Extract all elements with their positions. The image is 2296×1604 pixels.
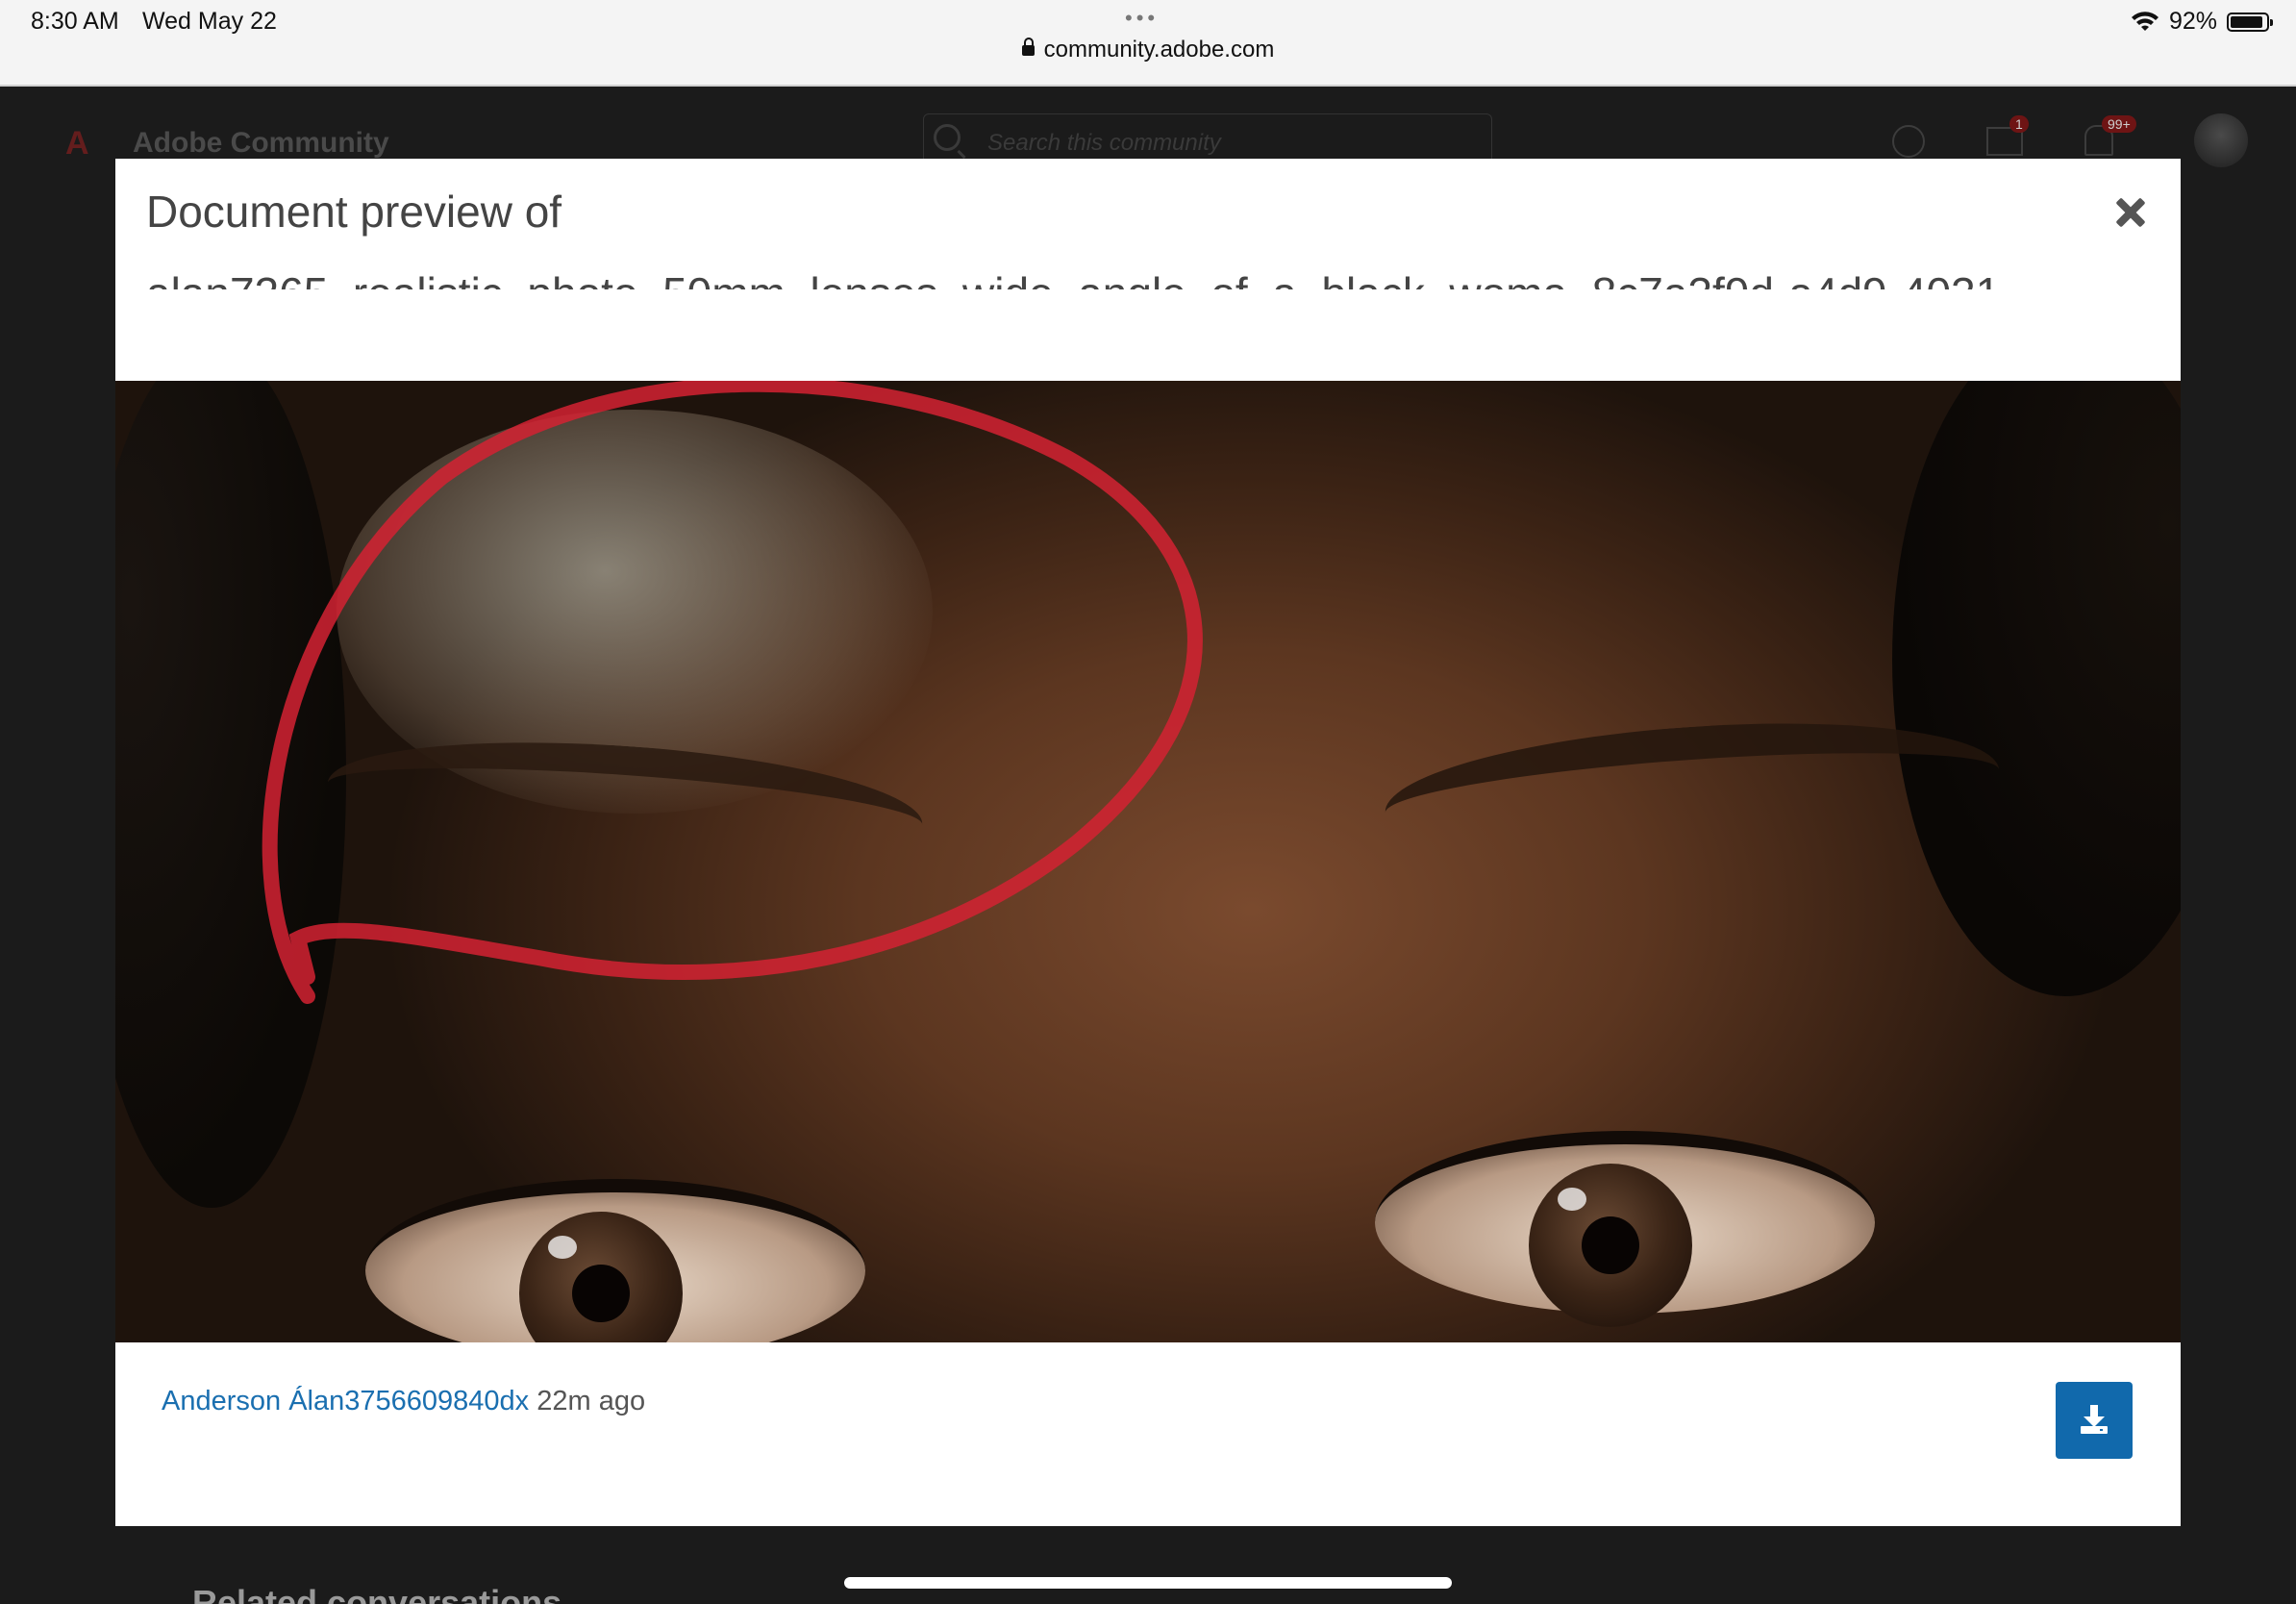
adobe-logo-icon: A — [65, 125, 89, 162]
multitasking-dots[interactable]: ••• — [1125, 6, 1159, 31]
download-icon — [2081, 1405, 2108, 1434]
address-bar[interactable]: community.adobe.com — [0, 37, 2296, 63]
community-header: A Adobe Community Search this community … — [0, 87, 2296, 169]
avatar — [2194, 113, 2248, 167]
download-button[interactable] — [2056, 1382, 2133, 1459]
preview-image — [115, 381, 2181, 1342]
document-preview-modal: Document preview of alan7265_realistic_p… — [115, 159, 2181, 1526]
globe-icon — [1892, 125, 1925, 158]
timestamp: 22m ago — [537, 1386, 646, 1416]
status-time: 8:30 AM — [31, 8, 119, 35]
related-conversations-heading: Related conversations — [192, 1583, 562, 1604]
status-right: 92% — [2131, 8, 2273, 36]
close-icon[interactable] — [2111, 193, 2150, 232]
author-line: Anderson Álan3756609840dx 22m ago — [162, 1386, 645, 1417]
modal-filename: alan7265_realistic_photo_50mm_lenses_wid… — [146, 255, 2127, 289]
home-indicator[interactable] — [844, 1577, 1452, 1589]
search-icon — [934, 124, 961, 151]
notifications-badge: 99+ — [2102, 115, 2136, 133]
mail-badge: 1 — [2009, 115, 2029, 133]
screen: 8:30 AM Wed May 22 ••• community.adobe.c… — [0, 0, 2296, 1604]
community-brand: Adobe Community — [133, 127, 389, 159]
battery-icon — [2227, 12, 2273, 32]
lock-icon — [1021, 38, 1035, 56]
author-link[interactable]: Anderson Álan3756609840dx — [162, 1386, 529, 1416]
battery-percent: 92% — [2168, 8, 2217, 35]
status-bar: 8:30 AM Wed May 22 ••• community.adobe.c… — [0, 0, 2296, 87]
search-placeholder: Search this community — [987, 130, 1221, 156]
status-date: Wed May 22 — [142, 8, 277, 35]
red-circle-markup — [262, 381, 1203, 1004]
wifi-icon — [2131, 11, 2159, 33]
address-url: community.adobe.com — [1043, 37, 1275, 63]
modal-title: Document preview of — [146, 187, 562, 237]
